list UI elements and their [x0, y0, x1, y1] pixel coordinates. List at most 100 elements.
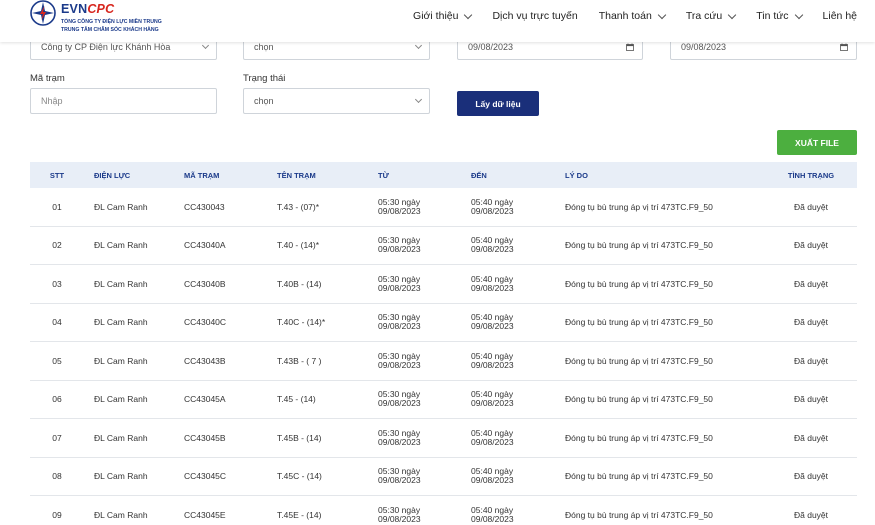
from-date-value: 09/08/2023	[468, 42, 514, 52]
cell-ma-tram: CC43040C	[184, 317, 227, 328]
cell-ten-tram: T.45C - (14)	[277, 471, 322, 482]
site-header: EVNCPC TỔNG CÔNG TY ĐIỆN LỰC MIỀN TRUNG …	[0, 0, 875, 42]
logo-subtitle-2: TRUNG TÂM CHĂM SÓC KHÁCH HÀNG	[61, 27, 159, 33]
logo-brand-evn: EVN	[61, 2, 88, 16]
evn-logo-icon	[30, 0, 56, 26]
cell-tu-date: 09/08/2023	[378, 205, 421, 216]
station-code-label: Mã trạm	[30, 73, 65, 84]
cell-tu: 05:30 ngày 09/08/2023	[378, 197, 471, 216]
col-header-ly-do: LÝ DO	[565, 170, 588, 180]
cell-stt: 06	[52, 394, 62, 405]
nav-label: Tin tức	[756, 10, 789, 22]
cell-tinh-trang: Đã duyệt	[793, 317, 829, 328]
chevron-down-icon	[727, 10, 737, 19]
cell-ma-tram: CC43045E	[184, 509, 226, 520]
cell-ly-do: Đóng tụ bù trung áp vị trí 473TC.F9_50	[565, 355, 713, 366]
nav-item-tin-tuc[interactable]: Tin tức	[756, 10, 803, 22]
cell-den: 05:40 ngày 09/08/2023	[471, 274, 565, 293]
cell-den-date: 09/08/2023	[471, 513, 514, 524]
cell-ma-tram: CC430043	[184, 201, 225, 212]
cell-dien-luc: ĐL Cam Ranh	[94, 471, 148, 482]
cell-ten-tram: T.40B - (14)	[277, 278, 322, 289]
nav-label: Giới thiệu	[413, 10, 459, 22]
cell-dien-luc: ĐL Cam Ranh	[94, 355, 148, 366]
chevron-down-icon	[657, 10, 667, 19]
status-select[interactable]: chọn	[243, 88, 430, 114]
table-row[interactable]: 04 ĐL Cam Ranh CC43040C T.40C - (14)* 05:30 …	[30, 304, 857, 342]
calendar-icon[interactable]	[626, 43, 634, 51]
cell-tu: 05:30 ngày 09/08/2023	[378, 351, 471, 370]
nav-item-tra-cuu[interactable]: Tra cứu	[686, 10, 737, 22]
cell-ma-tram: CC43040B	[184, 278, 226, 289]
table-row[interactable]: 08 ĐL Cam Ranh CC43045C T.45C - (14) 05:30 n…	[30, 458, 857, 496]
cell-ly-do: Đóng tụ bù trung áp vị trí 473TC.F9_50	[565, 394, 713, 405]
cell-den-date: 09/08/2023	[471, 359, 514, 370]
cell-tinh-trang: Đã duyệt	[793, 471, 829, 482]
logo-subtitle-1: TỔNG CÔNG TY ĐIỆN LỰC MIỀN TRUNG	[61, 19, 162, 25]
cell-ly-do: Đóng tụ bù trung áp vị trí 473TC.F9_50	[565, 471, 713, 482]
cell-ly-do: Đóng tụ bù trung áp vị trí 473TC.F9_50	[565, 317, 713, 328]
evncpc-logo[interactable]: EVNCPC TỔNG CÔNG TY ĐIỆN LỰC MIỀN TRUNG …	[30, 0, 200, 40]
table-row[interactable]: 06 ĐL Cam Ranh CC43045A T.45 - (14) 05:30 ng…	[30, 381, 857, 419]
cell-den-date: 09/08/2023	[471, 244, 514, 255]
cell-den: 05:40 ngày 09/08/2023	[471, 390, 565, 408]
fetch-data-button[interactable]: Lấy dữ liệu	[457, 91, 539, 116]
cell-tu: 05:30 ngày 09/08/2023	[378, 236, 471, 254]
status-select-value: chọn	[254, 96, 274, 106]
chevron-down-icon	[414, 41, 423, 50]
col-header-tinh-trang: TÌNH TRẠNG	[787, 170, 835, 180]
cell-stt: 02	[52, 240, 62, 251]
cell-tu: 05:30 ngày 09/08/2023	[378, 313, 471, 331]
cell-den: 05:40 ngày 09/08/2023	[471, 428, 565, 447]
cell-tu: 05:30 ngày 09/08/2023	[378, 274, 471, 293]
col-header-dien-luc: ĐIỆN LỰC	[94, 170, 131, 180]
cell-tu-date: 09/08/2023	[378, 436, 421, 447]
cell-ma-tram: CC43045B	[184, 432, 226, 443]
cell-stt: 01	[52, 201, 62, 212]
station-code-input[interactable]: Nhập	[30, 88, 217, 114]
cell-dien-luc: ĐL Cam Ranh	[94, 240, 148, 251]
table-row[interactable]: 07 ĐL Cam Ranh CC43045B T.45B - (14) 05:30 n…	[30, 419, 857, 458]
cell-tinh-trang: Đã duyệt	[793, 278, 829, 289]
cell-den: 05:40 ngày 09/08/2023	[471, 505, 565, 524]
cell-tinh-trang: Đã duyệt	[793, 509, 829, 520]
station-code-placeholder: Nhập	[41, 96, 63, 106]
cell-ma-tram: CC43043B	[184, 355, 226, 366]
nav-label: Liên hệ	[822, 10, 857, 22]
cell-ten-tram: T.40C - (14)*	[277, 317, 326, 328]
nav-label: Thanh toán	[598, 10, 652, 22]
nav-item-thanh-toan[interactable]: Thanh toán	[598, 10, 667, 22]
logo-brand-cpc: CPC	[87, 2, 115, 16]
chevron-down-icon	[464, 10, 473, 19]
table-row[interactable]: 09 ĐL Cam Ranh CC43045E T.45E - (14) 05:30 n…	[30, 496, 857, 525]
cell-tinh-trang: Đã duyệt	[793, 240, 829, 251]
col-header-ten-tram: TÊN TRẠM	[277, 170, 316, 180]
table-row[interactable]: 01 ĐL Cam Ranh CC430043 T.43 - (07)* 05:30 n…	[30, 188, 857, 227]
table-row[interactable]: 05 ĐL Cam Ranh CC43043B T.43B - ( 7 ) 05:30 …	[30, 342, 857, 381]
table-row[interactable]: 02 ĐL Cam Ranh CC43040A T.40 - (14)* 05:30 n…	[30, 227, 857, 265]
cell-dien-luc: ĐL Cam Ranh	[94, 394, 148, 405]
cell-ma-tram: CC43040A	[184, 240, 226, 251]
cell-tinh-trang: Đã duyệt	[793, 201, 829, 212]
nav-item-gioi-thieu[interactable]: Giới thiệu	[413, 10, 473, 22]
logo-brand: EVNCPC	[61, 2, 114, 16]
cell-tinh-trang: Đã duyệt	[793, 355, 829, 366]
cell-tu-date: 09/08/2023	[378, 244, 421, 255]
outage-table: STT ĐIỆN LỰC MÃ TRẠM TÊN TRẠM TỪ ĐẾN LÝ …	[30, 162, 857, 525]
cell-den: 05:40 ngày 09/08/2023	[471, 197, 565, 216]
cell-den-date: 09/08/2023	[471, 398, 514, 409]
calendar-icon[interactable]	[840, 43, 848, 51]
nav-item-lien-he[interactable]: Liên hệ	[823, 10, 857, 22]
nav-item-dich-vu[interactable]: Dịch vụ trực tuyến	[492, 10, 577, 22]
cell-den-date: 09/08/2023	[471, 205, 514, 216]
cell-dien-luc: ĐL Cam Ranh	[94, 432, 148, 443]
cell-ten-tram: T.43B - ( 7 )	[277, 355, 322, 366]
cell-ten-tram: T.45E - (14)	[277, 509, 322, 520]
cell-den: 05:40 ngày 09/08/2023	[471, 351, 565, 370]
cell-tu: 05:30 ngày 09/08/2023	[378, 467, 471, 485]
export-file-button[interactable]: XUẤT FILE	[777, 130, 857, 155]
table-row[interactable]: 03 ĐL Cam Ranh CC43040B T.40B - (14) 05:30 n…	[30, 265, 857, 304]
nav-label: Dịch vụ trực tuyến	[492, 10, 578, 22]
table-body: 01 ĐL Cam Ranh CC430043 T.43 - (07)* 05:30 n…	[30, 188, 857, 525]
cell-tinh-trang: Đã duyệt	[793, 394, 829, 405]
